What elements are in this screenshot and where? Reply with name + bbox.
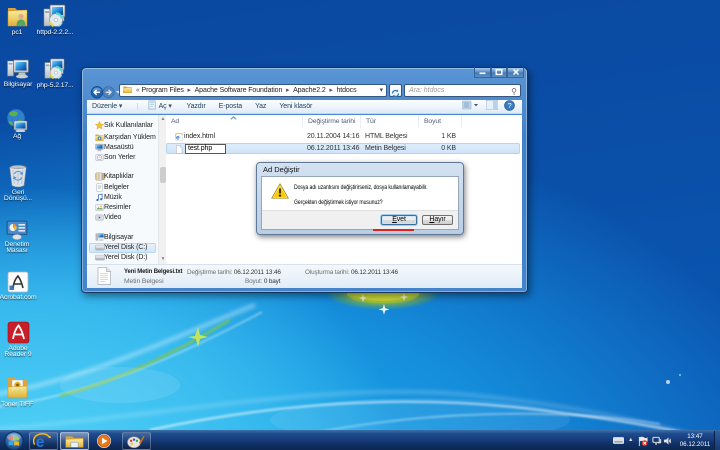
svg-text:e: e: [176, 134, 180, 141]
svg-text:?: ?: [507, 101, 511, 110]
svg-text:e: e: [36, 434, 45, 450]
